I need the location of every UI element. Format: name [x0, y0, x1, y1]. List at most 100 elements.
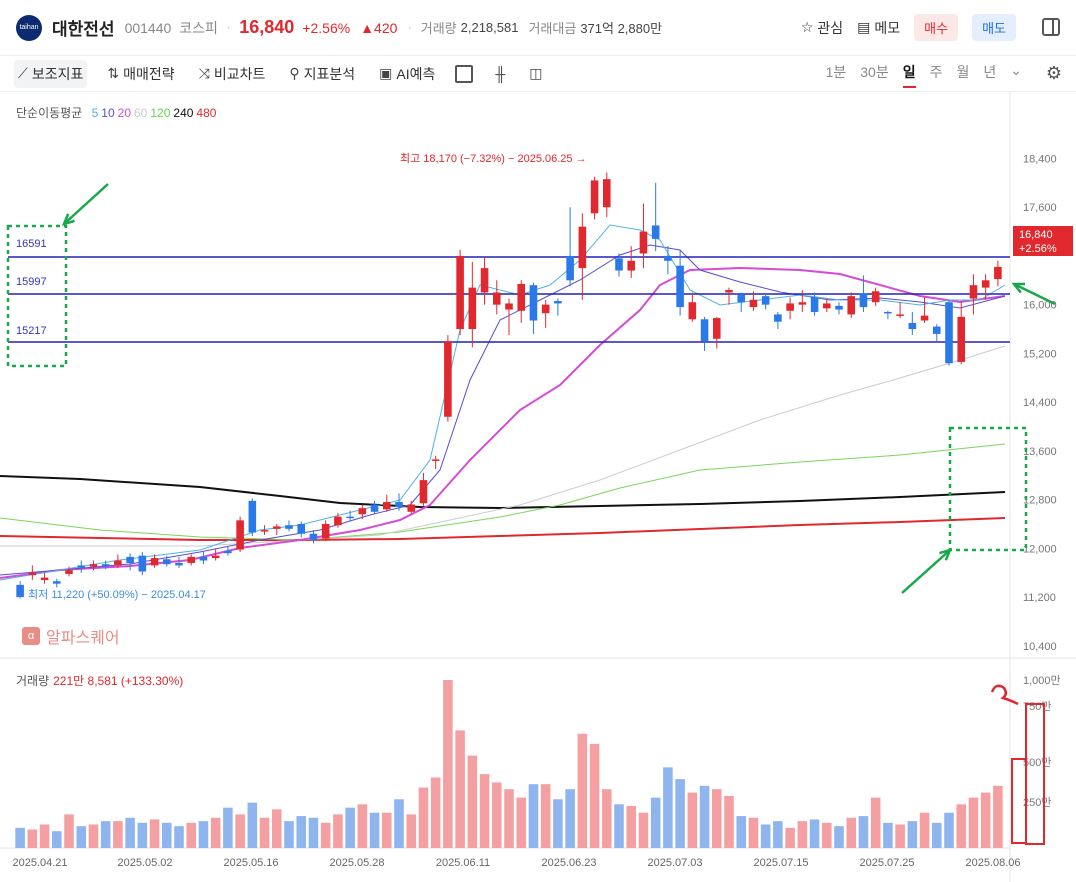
- candle-body: [932, 326, 941, 334]
- ma-240-line: [0, 475, 1006, 510]
- tool-compare[interactable]: ⤨ 비교차트: [195, 60, 270, 88]
- candle-body: [676, 265, 684, 308]
- volume-bar: [88, 824, 99, 848]
- volume-bar: [748, 817, 759, 848]
- ma-legend-10[interactable]: 10: [101, 106, 114, 120]
- volume-bar: [113, 821, 123, 848]
- volume-bar: [137, 822, 148, 848]
- volume-tick-label: 250만: [1023, 796, 1051, 809]
- volume-bar: [430, 777, 441, 848]
- volume-bar: [235, 814, 245, 848]
- volume-bar: [369, 812, 380, 848]
- gear-icon[interactable]: ⚙: [1046, 63, 1062, 84]
- x-tick-label: 2025.07.03: [647, 857, 702, 869]
- volume-bar: [418, 787, 429, 848]
- volume-bar: [76, 826, 87, 848]
- buy-button[interactable]: 매수: [914, 14, 959, 41]
- candle-body: [309, 533, 318, 540]
- volume-bar: [296, 816, 307, 848]
- candle-body: [187, 556, 196, 563]
- volume-bar: [601, 789, 612, 848]
- ma-120-line: [0, 443, 1006, 541]
- volume-bar: [39, 824, 50, 848]
- volume-bar: [186, 822, 197, 848]
- candle-body: [712, 318, 721, 339]
- candle-body: [285, 525, 293, 529]
- ma-legend-480[interactable]: 480: [196, 106, 216, 120]
- candle-body: [541, 304, 550, 314]
- volume-bar: [247, 802, 258, 848]
- candle-body: [150, 558, 159, 566]
- period-day[interactable]: 일: [902, 62, 916, 88]
- period-year[interactable]: 년: [983, 62, 996, 88]
- price-chart[interactable]: 18,40017,60016,00015,20014,40013,60012,8…: [0, 92, 1076, 882]
- period-week[interactable]: 주: [930, 62, 943, 88]
- y-tick-label: 12,000: [1023, 543, 1057, 555]
- ma-legend-120[interactable]: 120: [150, 106, 170, 120]
- candle-body: [28, 572, 37, 576]
- y-tick-label: 15,200: [1023, 348, 1057, 360]
- volume-bar: [650, 797, 661, 848]
- period-30m[interactable]: 30분: [860, 62, 888, 88]
- volume-bar: [333, 814, 343, 848]
- candle-type-button[interactable]: ╫: [491, 62, 509, 86]
- ma-legend-240[interactable]: 240: [173, 106, 193, 120]
- ma-legend-60[interactable]: 60: [134, 106, 147, 120]
- company-logo: taihan: [16, 14, 42, 41]
- volume-bar: [284, 821, 294, 848]
- tool-analysis[interactable]: ⚲ 지표분석: [285, 60, 359, 88]
- screenshot-button[interactable]: ◫: [525, 61, 546, 86]
- current-price-tag: 16,840 +2.56%: [1013, 226, 1073, 256]
- square-icon[interactable]: [455, 64, 474, 83]
- ma-20-line: [0, 266, 1006, 579]
- candle-body: [908, 322, 917, 330]
- y-tick-label: 11,200: [1023, 592, 1056, 604]
- current-price: 16,840: [239, 17, 295, 37]
- ma-480-line: [0, 517, 1006, 541]
- period-1m[interactable]: 1분: [826, 62, 847, 88]
- panel-toggle-icon[interactable]: [1042, 18, 1060, 36]
- y-tick-label: 12,800: [1023, 495, 1057, 507]
- brand-watermark: α 알파스퀘어: [22, 624, 120, 648]
- volume-bar: [357, 804, 368, 848]
- watchlist-button[interactable]: ☆ 관심: [801, 18, 843, 38]
- candle-body: [981, 280, 990, 288]
- candle-body: [761, 296, 770, 305]
- candle-body: [871, 291, 880, 303]
- volume-bar: [638, 812, 649, 848]
- volume-bar: [577, 733, 588, 848]
- y-tick-label: 13,600: [1023, 446, 1057, 458]
- candle-body: [602, 179, 611, 208]
- candle-body: [566, 255, 574, 281]
- chevron-down-icon[interactable]: ⌄: [1010, 62, 1022, 88]
- candle-body: [822, 303, 831, 309]
- candle-body: [224, 550, 232, 554]
- tool-ai[interactable]: ▣ AI예측: [375, 60, 439, 88]
- volume-bar: [944, 812, 954, 848]
- candle-body: [211, 555, 220, 559]
- dotted-box-right: [948, 426, 1028, 552]
- volume-bar: [956, 804, 967, 848]
- memo-button[interactable]: ▤ 메모: [857, 18, 900, 38]
- tool-strategy[interactable]: ⇅ 매매전략: [103, 60, 178, 88]
- sell-button[interactable]: 매도: [972, 14, 1016, 41]
- x-tick-label: 2025.05.28: [329, 857, 384, 869]
- tool-indicators[interactable]: ⟋ 보조지표: [14, 59, 88, 88]
- arrow-icon-top-left: [63, 183, 109, 225]
- y-tick-label: 17,600: [1023, 202, 1057, 214]
- candle-body: [126, 556, 134, 563]
- separator-dot: ·: [225, 18, 232, 36]
- ma-legend-20[interactable]: 20: [118, 106, 131, 120]
- volume-bar: [443, 680, 453, 848]
- ma-legend-5[interactable]: 5: [92, 106, 99, 120]
- memo-icon: ▤: [857, 19, 871, 35]
- candle-body: [395, 502, 403, 507]
- arrow-icon-bottom: [901, 549, 951, 594]
- volume-bar: [687, 792, 698, 848]
- hline-label-1: 16591: [16, 238, 47, 250]
- period-month[interactable]: 월: [956, 62, 969, 88]
- star-icon: ☆: [800, 19, 814, 35]
- volume-bar: [479, 774, 490, 848]
- candle-icon: ╫: [495, 65, 506, 82]
- volume-bar: [968, 797, 979, 848]
